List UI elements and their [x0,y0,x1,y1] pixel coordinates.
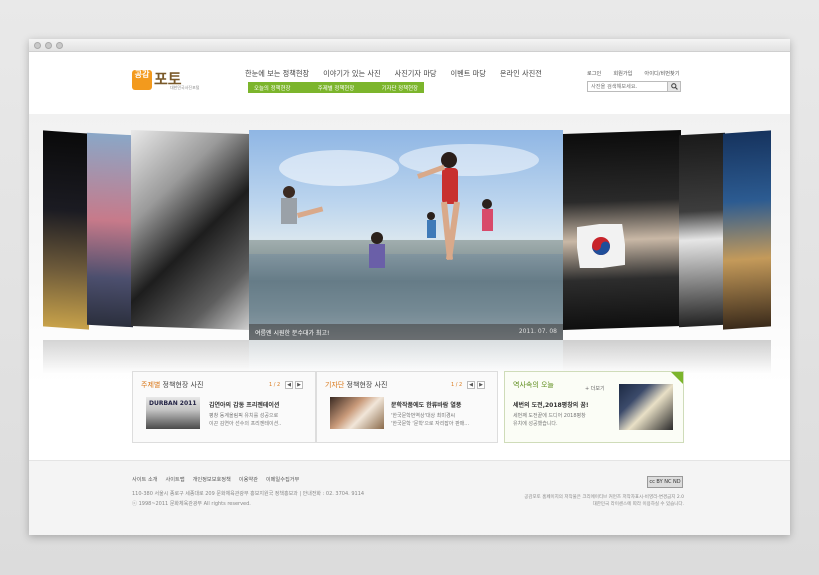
left-photo-reflection [43,340,249,374]
site-logo[interactable]: 공감 포토 대한민국사진포털 [132,68,202,98]
logo-subtitle: 대한민국사진포털 [170,85,200,90]
fountain-photo-image [249,144,563,324]
theme-item-title[interactable]: 김연아의 감동 프리젠테이션 [209,400,279,409]
footer-address: 110-380 서울시 종로구 세종대로 209 문화체육관광부 홍보지원국 정… [132,491,365,497]
thumb-durban-text: DURBAN 2011 [149,400,197,407]
history-thumbnail[interactable] [619,384,673,430]
login-link[interactable]: 로그인 [587,70,601,77]
photo-caption: 여름엔 시원한 분수대가 최고! [255,330,330,337]
flag-image [577,224,625,268]
reporter-item-desc-1: '한국문학번역상'대상 최미경씨 [391,413,456,419]
reporter-item-title[interactable]: 문학작품에도 한류바람 열풍 [391,400,461,409]
footer-link-email-refusal[interactable]: 이메일수집거부 [266,476,299,483]
footer-link-terms[interactable]: 이용약관 [239,476,258,483]
footer-links: 사이트 소개 사이트맵 개인정보보호정책 이용약관 이메일수집거부 [132,476,307,483]
theme-box-pager: 1 / 2 [269,382,281,388]
reporter-policy-box: 기자단 정책현장 사진 1 / 2 ◀ ▶ 문학작품에도 한류바람 열풍 '한국… [316,371,498,443]
window-zoom-dot[interactable] [56,42,63,49]
right-photo-reflection [563,340,771,374]
site-header: 공감 포토 대한민국사진포털 한눈에 보는 정책현장 이야기가 있는 사진 사진… [29,52,790,114]
more-link[interactable]: + 더보기 [585,385,605,392]
window-close-dot[interactable] [34,42,41,49]
reporter-item-desc-2: '한국문학 '문학'으로 자리잡아 판매... [391,421,470,427]
history-box-title: 역사속의 오늘 [513,381,554,389]
history-item-title[interactable]: 세번의 도전,2018평창의 꿈! [513,400,589,409]
nav-item-story-photos[interactable]: 이야기가 있는 사진 [323,69,380,79]
theme-policy-box: 주제별 정책현장 사진 1 / 2 ◀ ▶ DURBAN 2011 김연아의 감… [132,371,316,443]
subnav-item-today[interactable]: 오늘의 정책현장 [254,84,290,92]
footer-link-about[interactable]: 사이트 소개 [132,476,158,483]
nav-item-policy-overview[interactable]: 한눈에 보는 정책현장 [245,69,309,79]
find-account-link[interactable]: 아이디/비번찾기 [644,70,679,77]
history-box: 역사속의 오늘 + 더보기 세번의 도전,2018평창의 꿈! 세번째 도전끝에… [504,371,684,443]
utility-links: 로그인 회원가입 아이디/비번찾기 [587,70,692,77]
cc-license-badge[interactable]: cc BY NC ND [647,476,683,488]
theme-prev-button[interactable]: ◀ [285,381,293,389]
nav-item-reporter-yard[interactable]: 사진기자 마당 [395,69,437,79]
caption-bar: 여름엔 시원한 분수대가 최고! 2011. 07. 08 [249,324,563,340]
license-line-2: 대한민국 라이센스에 따라 이용하실 수 있습니다. [592,502,684,507]
nav-item-online-exhibition[interactable]: 온라인 사진전 [500,69,542,79]
carousel-photo-left-3[interactable] [87,132,133,328]
content-boxes: 주제별 정책현장 사진 1 / 2 ◀ ▶ DURBAN 2011 김연아의 감… [132,371,684,443]
footer-link-sitemap[interactable]: 사이트맵 [166,476,185,483]
footer-license: 공감포토 홈페이지의 저작물은 크리에이티브 커먼즈 저작자표시-비영리-변경금… [507,494,684,508]
subnav-item-reporter[interactable]: 기자단 정책현장 [382,84,418,92]
history-item-desc-1: 세번째 도전끝에 드디어 2018평창 [513,413,586,419]
license-line-1: 공감포토 홈페이지의 저작물은 크리에이티브 커먼즈 저작자표시-비영리-변경금… [524,495,684,500]
main-photo-reflection [249,340,563,374]
carousel-photo-main[interactable]: 여름엔 시원한 분수대가 최고! 2011. 07. 08 [249,130,563,340]
footer-copyright: ⓒ 1998~2011 문화체육관광부 All rights reserved. [132,501,251,507]
theme-item-desc-1: 평창 동계올림픽 유치를 성공으로 [209,413,279,419]
theme-next-button[interactable]: ▶ [295,381,303,389]
site-footer: 사이트 소개 사이트맵 개인정보보호정책 이용약관 이메일수집거부 110-38… [29,460,790,535]
reporter-thumbnail[interactable] [330,397,384,429]
sub-nav: 오늘의 정책현장 주제별 정책현장 기자단 정책현장 [248,82,424,93]
photo-date: 2011. 07. 08 [518,328,557,335]
theme-thumbnail[interactable]: DURBAN 2011 [146,397,200,429]
reporter-box-title: 기자단 정책현장 사진 [325,381,388,389]
corner-ribbon [671,372,683,384]
reporter-next-button[interactable]: ▶ [477,381,485,389]
carousel-photo-right-3[interactable] [679,132,725,328]
search-button[interactable] [667,81,681,92]
photo-carousel: 여름엔 시원한 분수대가 최고! 2011. 07. 08 [29,114,790,384]
nav-item-events[interactable]: 이벤트 마당 [451,69,486,79]
window-titlebar [29,39,790,52]
browser-window: 공감 포토 대한민국사진포털 한눈에 보는 정책현장 이야기가 있는 사진 사진… [29,39,790,535]
window-minimize-dot[interactable] [45,42,52,49]
footer-link-privacy[interactable]: 개인정보보호정책 [193,476,231,483]
theme-item-desc-2: 이끈 김연아 선수의 프리젠테이션.. [209,421,282,427]
carousel-photo-left-4[interactable] [43,130,89,330]
theme-box-title: 주제별 정책현장 사진 [141,381,204,389]
main-nav: 한눈에 보는 정책현장 이야기가 있는 사진 사진기자 마당 이벤트 마당 온라… [245,69,556,79]
signup-link[interactable]: 회원가입 [613,70,632,77]
logo-mark: 공감 [132,70,152,90]
search-icon [670,83,678,90]
subnav-item-theme[interactable]: 주제별 정책현장 [318,84,354,92]
carousel-photo-right-4[interactable] [723,130,771,330]
reporter-box-pager: 1 / 2 [451,382,463,388]
history-item-desc-2: 유치에 성공했습니다. [513,421,558,427]
carousel-photo-left-2[interactable] [131,129,249,331]
reporter-prev-button[interactable]: ◀ [467,381,475,389]
